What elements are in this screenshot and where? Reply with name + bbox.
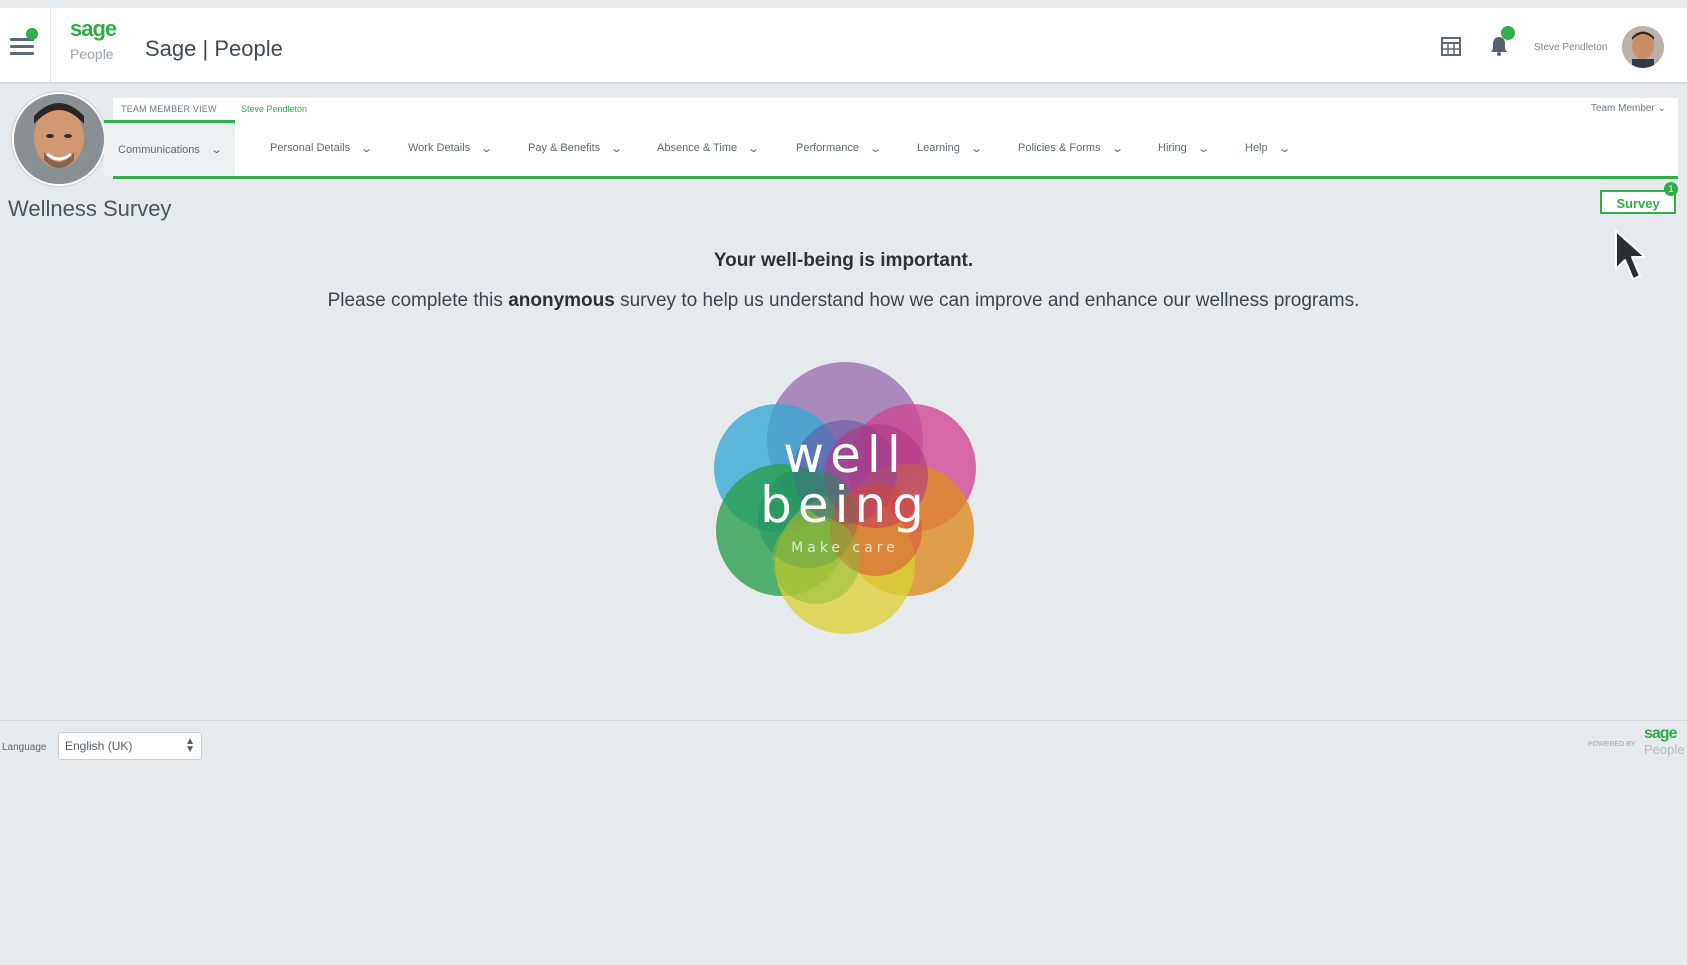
nav-label: Hiring <box>1158 142 1187 154</box>
chevron-down-icon: ⌄ <box>1196 142 1210 155</box>
chevron-down-icon: ⌄ <box>360 142 374 155</box>
nav-personal-details[interactable]: Personal Details ⌄ <box>270 120 374 176</box>
calendar-icon[interactable] <box>1439 34 1463 58</box>
survey-count-badge: 1 <box>1664 182 1678 196</box>
logo-people-text: People <box>70 46 114 62</box>
logo-sage-text: sage <box>70 16 117 41</box>
menu-notification-dot <box>26 28 38 40</box>
logo-word-being: being <box>760 476 930 534</box>
chevron-down-icon: ⌄ <box>480 142 494 155</box>
page-title: Wellness Survey <box>8 196 172 221</box>
description-text-start: Please complete this <box>327 290 509 311</box>
role-selector-label: Team Member <box>1590 103 1655 114</box>
language-value: English (UK) <box>65 739 133 753</box>
chevron-down-icon: ⌄ <box>1277 142 1291 155</box>
main-navigation: Communications ⌄ Personal Details ⌄ Work… <box>104 120 1678 179</box>
footer-logo-people: People <box>1644 742 1685 757</box>
language-label: Language <box>2 742 47 753</box>
nav-pay-benefits[interactable]: Pay & Benefits ⌄ <box>528 120 624 176</box>
sage-people-logo[interactable]: sage People <box>70 18 130 72</box>
nav-label: Pay & Benefits <box>528 142 601 154</box>
footer-logo-sage: sage <box>1644 725 1677 742</box>
top-app-bar: sage People Sage | People Steve Pendleto… <box>0 8 1687 83</box>
nav-work-details[interactable]: Work Details ⌄ <box>408 120 494 176</box>
app-title: Sage | People <box>145 36 283 61</box>
nav-label: Work Details <box>408 142 471 154</box>
chevron-down-icon: ⌄ <box>969 142 983 155</box>
nav-label: Personal Details <box>270 142 351 154</box>
nav-label: Absence & Time <box>657 142 738 154</box>
chevron-down-icon: ⌄ <box>610 142 624 155</box>
language-select[interactable]: English (UK) ▲ ▼ <box>58 732 202 760</box>
select-arrows-icon: ▲ ▼ <box>185 736 195 755</box>
footer-sage-logo: sage People <box>1644 725 1686 758</box>
nav-communications[interactable]: Communications ⌄ <box>104 120 236 176</box>
menu-icon[interactable] <box>10 28 38 58</box>
wellbeing-headline: Your well-being is important. <box>713 250 974 271</box>
topbar-divider <box>50 8 51 82</box>
wellbeing-logo: well being Make care <box>714 362 976 634</box>
nav-label: Help <box>1245 142 1268 154</box>
nav-policies-forms[interactable]: Policies & Forms ⌄ <box>1018 120 1124 176</box>
logo-tagline: Make care <box>791 540 899 556</box>
team-member-strip: TEAM MEMBER VIEW Steve Pendleton Team Me… <box>113 98 1678 120</box>
survey-description: Please complete this anonymous survey to… <box>0 290 1687 312</box>
description-emphasis: anonymous <box>508 290 615 311</box>
chevron-down-icon: ⌄ <box>210 144 223 156</box>
team-member-view-label: TEAM MEMBER VIEW <box>121 104 217 114</box>
bell-icon[interactable] <box>1487 26 1515 58</box>
notification-badge <box>1501 26 1515 40</box>
description-text-end: survey to help us understand how we can … <box>614 290 1360 311</box>
role-selector[interactable]: Team Member ⌄ <box>1591 103 1666 114</box>
user-name[interactable]: Steve Pendleton <box>1534 42 1607 53</box>
nav-label: Policies & Forms <box>1018 142 1101 154</box>
chevron-down-icon: ⌄ <box>869 142 883 155</box>
survey-button[interactable]: Survey <box>1600 190 1676 214</box>
chevron-down-icon: ⌄ <box>747 142 761 155</box>
chevron-down-icon: ⌄ <box>1110 142 1124 155</box>
powered-by-label: POWERED BY <box>1588 741 1636 748</box>
user-avatar[interactable] <box>1622 26 1664 68</box>
nav-absence-time[interactable]: Absence & Time ⌄ <box>657 120 761 176</box>
nav-learning[interactable]: Learning ⌄ <box>917 120 983 176</box>
nav-label: Performance <box>796 142 859 154</box>
nav-hiring[interactable]: Hiring ⌄ <box>1158 120 1210 176</box>
team-member-name-link[interactable]: Steve Pendleton <box>241 104 307 114</box>
nav-label: Communications <box>118 143 200 156</box>
nav-performance[interactable]: Performance ⌄ <box>796 120 883 176</box>
nav-label: Learning <box>917 142 960 154</box>
nav-help[interactable]: Help ⌄ <box>1245 120 1291 176</box>
footer-divider <box>0 720 1687 721</box>
chevron-down-icon: ⌄ <box>1657 103 1666 114</box>
team-member-photo <box>12 92 106 186</box>
